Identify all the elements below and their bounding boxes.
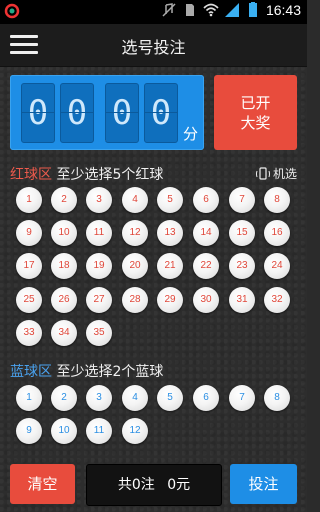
- sd-card-icon: [185, 4, 194, 16]
- blue-ball-9[interactable]: 9: [16, 418, 42, 444]
- page-title: 选号投注: [121, 40, 186, 57]
- red-section-title: 红球区 至少选择5个红球: [10, 164, 163, 184]
- red-ball-25[interactable]: 25: [16, 287, 42, 313]
- blue-ball-1[interactable]: 1: [16, 385, 42, 411]
- blue-ball-4[interactable]: 4: [122, 385, 148, 411]
- opened-prize-line1: 已开: [240, 93, 271, 112]
- red-ball-17[interactable]: 17: [16, 253, 42, 279]
- red-ball-15[interactable]: 15: [229, 220, 255, 246]
- timer-unit: 分: [183, 125, 199, 143]
- blue-ball-2[interactable]: 2: [51, 385, 77, 411]
- timer-digit: 0: [60, 83, 94, 143]
- blue-ball-5[interactable]: 5: [157, 385, 183, 411]
- blue-ball-7[interactable]: 7: [229, 385, 255, 411]
- red-ball-31[interactable]: 31: [229, 287, 255, 313]
- red-ball-14[interactable]: 14: [193, 220, 219, 246]
- blue-ball-11[interactable]: 11: [86, 418, 112, 444]
- red-ball-32[interactable]: 32: [264, 287, 290, 313]
- red-ball-18[interactable]: 18: [51, 253, 77, 279]
- app-logo-icon: [4, 3, 20, 19]
- red-ball-7[interactable]: 7: [229, 187, 255, 213]
- red-ball-2[interactable]: 2: [51, 187, 77, 213]
- countdown-timer: 0 0 0 0 分: [10, 75, 204, 150]
- clear-button[interactable]: 清空: [10, 464, 75, 504]
- blue-section-title: 蓝球区 至少选择2个蓝球: [10, 361, 163, 381]
- timer-digit: 0: [144, 83, 178, 143]
- red-area-label: 红球区: [10, 167, 52, 183]
- red-ball-35[interactable]: 35: [86, 320, 112, 346]
- opened-prize-button[interactable]: 已开 大奖: [214, 75, 297, 150]
- status-bar: 16:43: [0, 0, 307, 24]
- mute-icon: [162, 3, 176, 17]
- blue-area-label: 蓝球区: [10, 364, 52, 380]
- blue-ball-8[interactable]: 8: [264, 385, 290, 411]
- shake-phone-icon: [255, 166, 270, 180]
- red-ball-1[interactable]: 1: [16, 187, 42, 213]
- submit-bet-button[interactable]: 投注: [230, 464, 297, 504]
- red-ball-21[interactable]: 21: [157, 253, 183, 279]
- red-area-hint: 至少选择5个红球: [56, 167, 164, 183]
- red-ball-33[interactable]: 33: [16, 320, 42, 346]
- red-ball-28[interactable]: 28: [122, 287, 148, 313]
- red-ball-22[interactable]: 22: [193, 253, 219, 279]
- bet-amount: 0元: [167, 477, 191, 493]
- blue-ball-12[interactable]: 12: [122, 418, 148, 444]
- opened-prize-line2: 大奖: [240, 113, 271, 132]
- red-ball-34[interactable]: 34: [51, 320, 77, 346]
- red-ball-8[interactable]: 8: [264, 187, 290, 213]
- red-ball-20[interactable]: 20: [122, 253, 148, 279]
- red-ball-5[interactable]: 5: [157, 187, 183, 213]
- red-ball-6[interactable]: 6: [193, 187, 219, 213]
- red-ball-27[interactable]: 27: [86, 287, 112, 313]
- bet-count: 共0注: [117, 477, 155, 493]
- blue-ball-6[interactable]: 6: [193, 385, 219, 411]
- battery-icon: [248, 2, 257, 17]
- red-ball-30[interactable]: 30: [193, 287, 219, 313]
- title-bar: 选号投注: [0, 24, 307, 67]
- clock: 16:43: [265, 2, 301, 18]
- wifi-icon: [203, 3, 219, 17]
- timer-digit: 0: [105, 83, 139, 143]
- timer-digit: 0: [21, 83, 55, 143]
- red-ball-29[interactable]: 29: [157, 287, 183, 313]
- red-ball-9[interactable]: 9: [16, 220, 42, 246]
- machine-pick-label: 机选: [272, 167, 297, 181]
- bet-summary: 共0注 0元: [86, 464, 222, 506]
- blue-ball-10[interactable]: 10: [51, 418, 77, 444]
- machine-pick-button[interactable]: 机选: [255, 165, 297, 182]
- red-ball-10[interactable]: 10: [51, 220, 77, 246]
- blue-ball-3[interactable]: 3: [86, 385, 112, 411]
- red-ball-26[interactable]: 26: [51, 287, 77, 313]
- red-ball-4[interactable]: 4: [122, 187, 148, 213]
- red-ball-3[interactable]: 3: [86, 187, 112, 213]
- red-ball-13[interactable]: 13: [157, 220, 183, 246]
- blue-area-hint: 至少选择2个蓝球: [56, 364, 164, 380]
- signal-icon: [224, 3, 239, 17]
- red-ball-12[interactable]: 12: [122, 220, 148, 246]
- red-ball-11[interactable]: 11: [86, 220, 112, 246]
- red-ball-19[interactable]: 19: [86, 253, 112, 279]
- red-ball-16[interactable]: 16: [264, 220, 290, 246]
- red-ball-24[interactable]: 24: [264, 253, 290, 279]
- red-ball-23[interactable]: 23: [229, 253, 255, 279]
